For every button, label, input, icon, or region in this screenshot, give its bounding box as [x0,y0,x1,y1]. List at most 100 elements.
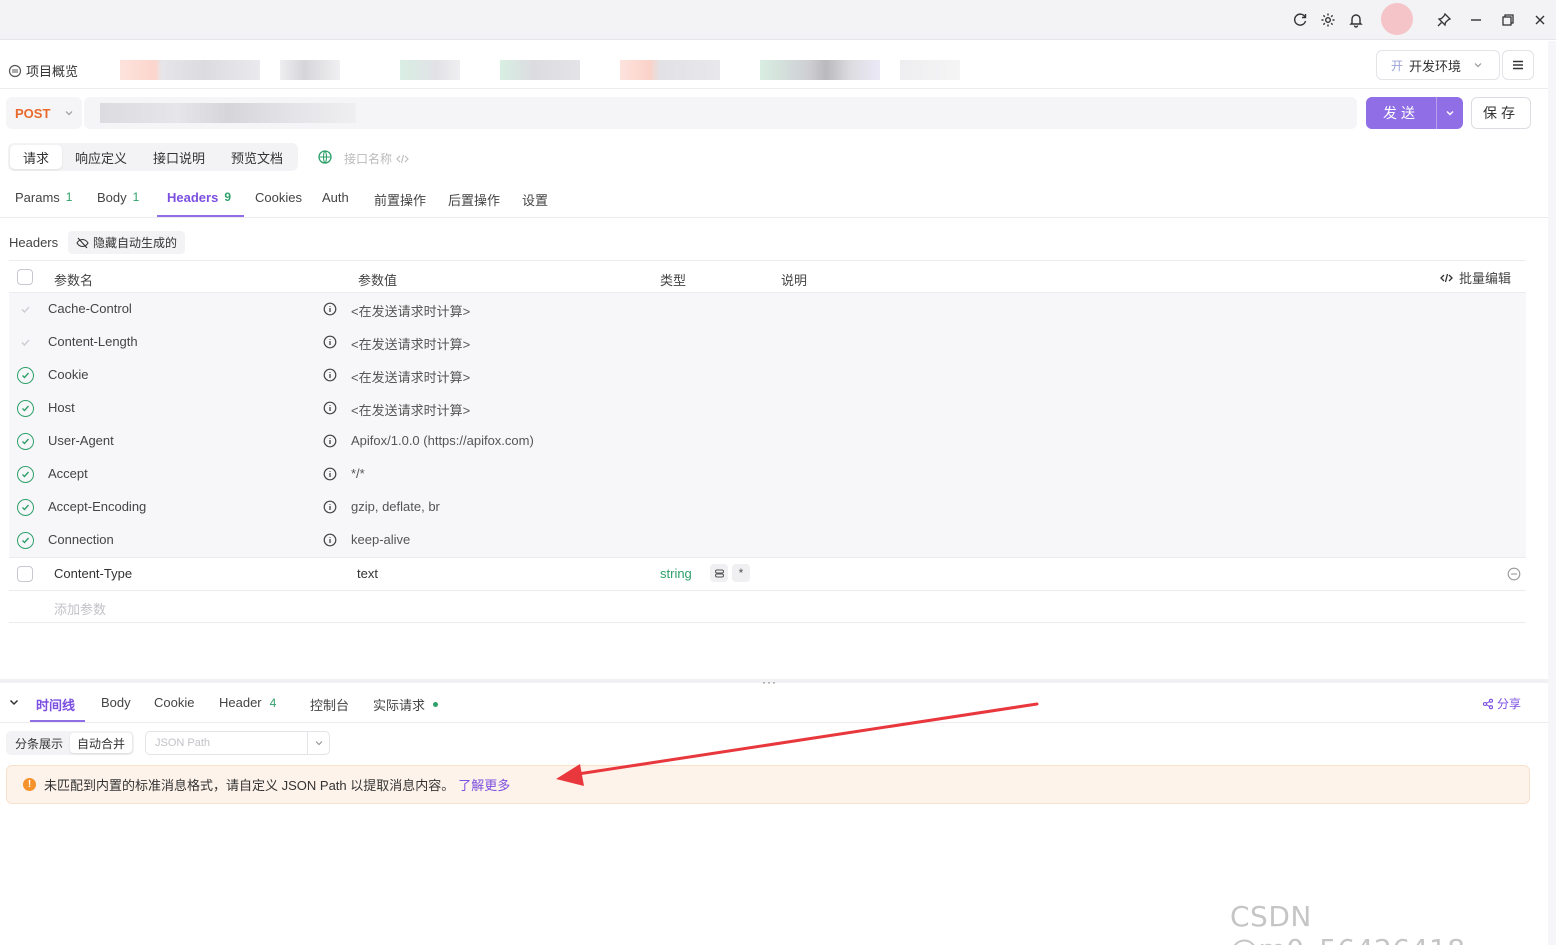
tab-preview-doc[interactable]: 预览文档 [218,145,296,169]
tab-actual-request[interactable]: 实际请求 [373,695,439,714]
tab-console[interactable]: 控制台 [310,695,349,714]
view-split-option[interactable]: 分条展示 [8,733,70,753]
environment-label: 开发环境 [1409,58,1462,74]
checkbox-auto [18,335,33,350]
column-description: 说明 [781,273,808,288]
json-path-select[interactable]: JSON Path [145,731,330,755]
add-param-row[interactable]: 添加参数 [9,590,1526,623]
link-icon[interactable] [710,564,728,582]
chevron-down-icon [1446,111,1454,116]
tab-settings[interactable]: 设置 [522,190,548,209]
tab-response-header[interactable]: Header 4 [219,695,276,710]
blurred-tab[interactable] [400,60,460,80]
info-icon[interactable] [323,533,337,547]
tab-headers[interactable]: Headers 9 [167,190,231,205]
check-icon [21,339,30,346]
json-path-dropdown[interactable] [307,732,329,754]
save-button[interactable]: 保存 [1471,97,1531,129]
tab-project-overview[interactable]: 项目概览 [8,61,78,80]
bulk-edit-button[interactable]: 批量编辑 [1440,268,1511,287]
required-toggle[interactable]: * [732,564,750,582]
blurred-tab[interactable] [620,60,720,80]
blurred-tab[interactable] [120,60,260,80]
tab-response-body[interactable]: Body [101,695,131,710]
view-merge-option[interactable]: 自动合并 [70,733,133,753]
hamburger-icon [1513,60,1523,70]
bell-icon[interactable] [1347,11,1365,29]
tab-api-description[interactable]: 接口说明 [140,145,218,169]
pin-icon[interactable] [1435,11,1453,29]
environment-selector[interactable]: 开 开发环境 [1376,50,1500,80]
info-icon[interactable] [323,302,337,316]
tab-body-label: Body [97,190,127,205]
learn-more-link[interactable]: 了解更多 [458,775,510,794]
tab-request[interactable]: 请求 [10,145,63,169]
send-button[interactable]: 发送 [1366,97,1463,129]
environment-badge: 开 [1391,58,1404,73]
remove-circle-icon[interactable] [1507,567,1521,581]
info-icon[interactable] [323,368,337,382]
refresh-icon[interactable] [1291,11,1309,29]
request-subtabs: Params 1 Body 1 Headers 9 Cookies Auth 前… [0,179,1548,218]
watermark-text: CSDN @m0_56426418 [1230,900,1465,945]
api-name-input[interactable]: 接口名称 [344,150,409,167]
info-icon[interactable] [323,467,337,481]
settings-gear-icon[interactable] [1319,11,1337,29]
column-param-value: 参数值 [358,273,398,288]
tab-body[interactable]: Body 1 [97,190,139,205]
param-type-select[interactable]: string [660,566,692,581]
info-icon[interactable] [323,500,337,514]
table-row: User-Agent Apifox/1.0.0 (https://apifox.… [9,425,1526,458]
status-dot [433,702,439,707]
table-header: 参数名 参数值 类型 说明 批量编辑 [9,260,1526,293]
send-dropdown[interactable] [1436,97,1463,129]
method-selector[interactable]: POST [6,97,82,129]
url-input[interactable] [84,97,1357,129]
checked-circle-icon[interactable] [17,532,34,549]
checked-circle-icon[interactable] [17,433,34,450]
globe-icon[interactable] [318,150,332,164]
select-all-checkbox[interactable] [17,269,33,285]
close-icon[interactable] [1531,11,1549,29]
method-label: POST [15,105,51,121]
param-name: Content-Length [48,334,138,349]
tab-response-cookie[interactable]: Cookie [154,695,194,710]
checked-circle-icon[interactable] [17,367,34,384]
title-bar [0,0,1556,40]
tab-params[interactable]: Params 1 [15,190,72,205]
menu-button[interactable] [1502,50,1534,80]
tab-auth[interactable]: Auth [322,190,349,205]
vertical-scrollbar[interactable] [1548,41,1556,945]
checked-circle-icon[interactable] [17,499,34,516]
tab-response-definition[interactable]: 响应定义 [62,145,140,169]
param-name-input[interactable]: Content-Type [54,566,132,581]
minimize-icon[interactable] [1467,11,1485,29]
active-tab-indicator [157,215,244,217]
info-icon[interactable] [323,335,337,349]
checked-circle-icon[interactable] [17,400,34,417]
warning-text: 未匹配到内置的标准消息格式，请自定义 JSON Path 以提取消息内容。 [44,778,455,793]
chevron-down-icon [65,111,73,116]
param-name: Cookie [48,367,89,382]
blurred-tab[interactable] [280,60,340,80]
restore-icon[interactable] [1499,11,1517,29]
param-value: <在发送请求时计算> [351,370,471,385]
info-icon[interactable] [323,434,337,448]
avatar[interactable] [1381,3,1413,35]
table-row: Cookie <在发送请求时计算> [9,359,1526,392]
hide-auto-generated-button[interactable]: 隐藏自动生成的 [68,231,186,254]
blurred-tab[interactable] [900,60,960,80]
tab-pre-operations[interactable]: 前置操作 [374,190,426,209]
checked-circle-icon[interactable] [17,466,34,483]
collapse-chevron-icon[interactable] [8,696,20,708]
tab-cookies[interactable]: Cookies [255,190,302,205]
param-value-input[interactable]: text [357,566,378,581]
share-button[interactable]: 分享 [1482,695,1521,712]
tab-post-operations[interactable]: 后置操作 [448,190,500,209]
blurred-tab[interactable] [500,60,580,80]
row-checkbox[interactable] [17,566,33,582]
info-icon[interactable] [323,401,337,415]
blurred-tab-active[interactable] [760,60,880,80]
overview-icon [8,64,22,77]
tab-timeline[interactable]: 时间线 [36,695,75,714]
